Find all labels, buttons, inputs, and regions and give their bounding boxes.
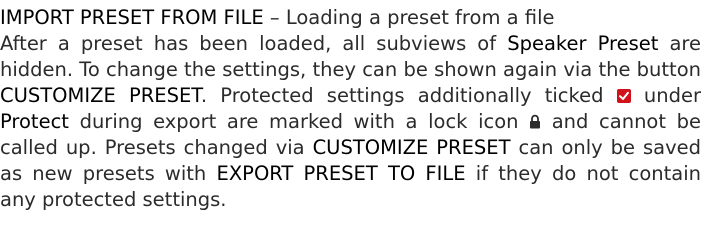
paragraph-line-7: any protected settings. bbox=[0, 187, 701, 213]
paragraph-line-2: hidden. To change the settings, they can… bbox=[0, 57, 701, 83]
text-run: can only be saved bbox=[510, 136, 701, 159]
text-run: After a preset has been loaded, all subv… bbox=[0, 32, 508, 55]
text-run: called up. Presets changed via bbox=[0, 136, 313, 159]
text-run: and cannot be bbox=[541, 110, 701, 133]
term-customize-preset: CUSTOMIZE PRESET bbox=[0, 84, 201, 107]
section-heading: IMPORT PRESET FROM FILE – Loading a pres… bbox=[0, 5, 701, 31]
heading-dash: – bbox=[263, 6, 286, 29]
term-export-preset-to-file: EXPORT PRESET TO FILE bbox=[216, 162, 466, 185]
heading-title: IMPORT PRESET FROM FILE bbox=[0, 6, 264, 29]
term-protect: Protect bbox=[0, 110, 69, 133]
paragraph-line-5: called up. Presets changed via CUSTOMIZE… bbox=[0, 135, 701, 161]
text-run: if they do not contain bbox=[465, 162, 702, 185]
term-customize-preset: CUSTOMIZE PRESET bbox=[312, 136, 511, 159]
text-run: during export are marked with a lock ico… bbox=[68, 110, 530, 133]
text-run: under bbox=[630, 84, 702, 107]
paragraph-line-4: Protect during export are marked with a … bbox=[0, 109, 701, 135]
lock-icon bbox=[529, 110, 541, 129]
document-section: IMPORT PRESET FROM FILE – Loading a pres… bbox=[0, 5, 701, 213]
paragraph-line-3: CUSTOMIZE PRESET. Protected settings add… bbox=[0, 83, 701, 109]
paragraph-line-1: After a preset has been loaded, all subv… bbox=[0, 31, 701, 57]
checked-checkbox-icon bbox=[616, 89, 631, 103]
heading-subtitle: Loading a preset from a file bbox=[285, 6, 555, 29]
text-run: are bbox=[658, 32, 701, 55]
text-run: any protected settings. bbox=[0, 188, 227, 211]
term-speaker-preset: Speaker Preset bbox=[507, 32, 659, 55]
text-run: as new presets with bbox=[0, 162, 217, 185]
paragraph-line-6: as new presets with EXPORT PRESET TO FIL… bbox=[0, 161, 701, 187]
text-run: . Protected settings additionally ticked bbox=[200, 84, 617, 107]
text-run: hidden. To change the settings, they can… bbox=[0, 58, 701, 81]
